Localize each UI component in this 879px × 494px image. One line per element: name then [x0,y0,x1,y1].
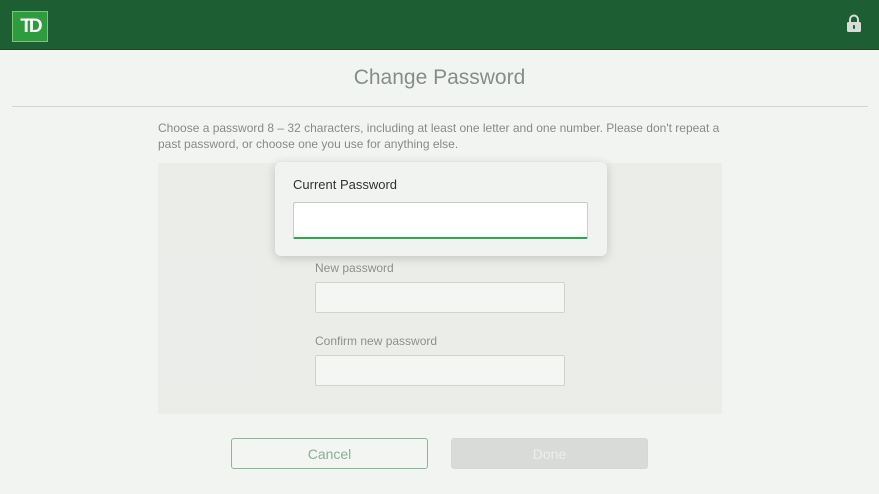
title-divider [12,106,868,107]
confirm-password-input[interactable] [315,355,565,386]
current-password-label: Current Password [293,177,398,192]
new-password-input[interactable] [315,282,565,313]
password-instructions: Choose a password 8 – 32 characters, inc… [158,121,720,151]
cancel-button[interactable]: Cancel [231,438,428,469]
new-password-label: New password [315,261,394,275]
current-password-card: Current Password [275,162,607,256]
td-logo[interactable]: TD [12,11,48,42]
page-title: Change Password [353,66,526,89]
current-password-input[interactable] [293,202,588,239]
top-bar: TD [0,0,879,50]
confirm-password-label: Confirm new password [315,334,438,348]
change-password-page: Change Password Choose a password 8 – 32… [0,0,879,494]
done-button[interactable]: Done [451,438,648,469]
lock-icon [847,14,861,32]
